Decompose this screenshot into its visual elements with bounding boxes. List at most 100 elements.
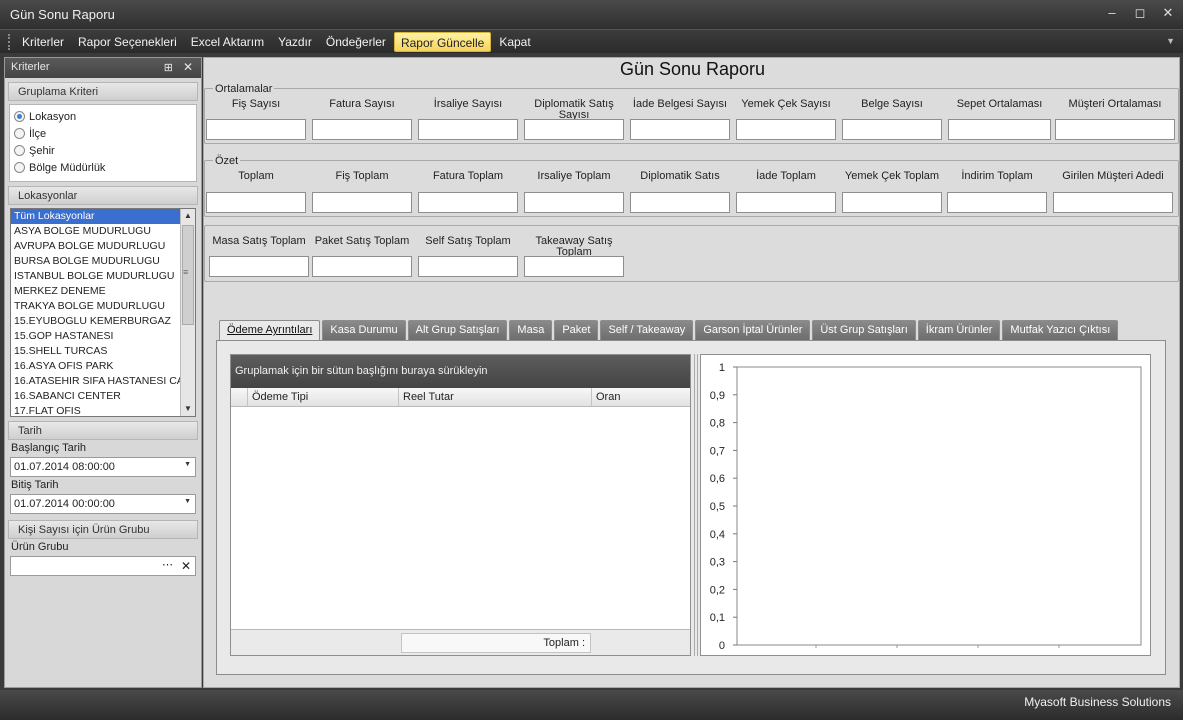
menu-item-rapor-guncelle[interactable]: Rapor Güncelle — [393, 32, 492, 52]
list-item[interactable]: Tüm Lokasyonlar — [11, 209, 183, 224]
scroll-up-icon[interactable]: ▲ — [181, 209, 195, 223]
chart: 0 0,1 0,2 0,3 0,4 0,5 0,6 0,7 0,8 0,9 1 — [700, 354, 1151, 656]
field-value-box[interactable] — [209, 256, 309, 277]
list-item[interactable]: 17.FLAT OFIS — [11, 404, 183, 416]
field-value-box[interactable] — [630, 119, 730, 140]
tab-strip: Ödeme Ayrıntıları Kasa Durumu Alt Grup Sat… — [219, 320, 1120, 341]
clear-icon[interactable]: ✕ — [181, 559, 191, 573]
y-tick-label: 1 — [719, 362, 725, 374]
menu-item-kapat[interactable]: Kapat — [493, 32, 536, 52]
tab-mutfak-yazici-ciktisi[interactable]: Mutfak Yazıcı Çıktısı — [1002, 320, 1119, 340]
field-value-box[interactable] — [1055, 119, 1175, 140]
tab-paket[interactable]: Paket — [554, 320, 599, 340]
radio-label: Lokasyon — [29, 110, 77, 123]
chevron-down-icon[interactable]: ▼ — [184, 498, 191, 505]
radio-bolge-mudurluk[interactable]: Bölge Müdürlük — [14, 159, 192, 176]
list-item[interactable]: 16.ATASEHIR SIFA HASTANESI CA — [11, 374, 183, 389]
radio-icon[interactable] — [14, 162, 25, 173]
column-header-payment-type[interactable]: Ödeme Tipi — [248, 388, 399, 406]
end-date-picker[interactable]: 01.07.2014 00:00:00 ▼ — [10, 494, 196, 514]
list-item[interactable]: BURSA BOLGE MUDURLUGU — [11, 254, 183, 269]
field-value-box[interactable] — [312, 256, 412, 277]
column-header-real-amount[interactable]: Reel Tutar — [399, 388, 592, 406]
radio-ilce[interactable]: İlçe — [14, 125, 192, 142]
minimize-icon[interactable]: – — [1105, 6, 1119, 20]
radio-lokasyon[interactable]: Lokasyon — [14, 108, 192, 125]
field-value-box[interactable] — [206, 119, 306, 140]
field-value-box[interactable] — [524, 192, 624, 213]
field-value-box[interactable] — [630, 192, 730, 213]
chevron-down-icon[interactable]: ▼ — [1166, 36, 1175, 46]
scroll-down-icon[interactable]: ▼ — [181, 402, 195, 416]
locations-listbox[interactable]: Tüm Lokasyonlar ASYA BOLGE MUDURLUGU AVRUP… — [10, 208, 196, 417]
field-value-box[interactable] — [1053, 192, 1173, 213]
column-header-ratio[interactable]: Oran — [592, 388, 688, 406]
list-item[interactable]: 15.EYUBOGLU KEMERBURGAZ — [11, 314, 183, 329]
start-date-value: 01.07.2014 08:00:00 — [14, 461, 115, 473]
close-icon[interactable]: ✕ — [1161, 6, 1175, 20]
y-tick-label: 0,7 — [710, 445, 725, 457]
list-item[interactable]: AVRUPA BOLGE MUDURLUGU — [11, 239, 183, 254]
list-item[interactable]: ISTANBUL BOLGE MUDURLUGU — [11, 269, 183, 284]
list-item[interactable]: 15.SHELL TURCAS — [11, 344, 183, 359]
y-tick-label: 0 — [719, 640, 725, 652]
tab-self-takeaway[interactable]: Self / Takeaway — [600, 320, 694, 340]
locations-group: Lokasyonlar Tüm Lokasyonlar ASYA BOLGE MU… — [8, 186, 198, 417]
field-value-box[interactable] — [418, 119, 518, 140]
grouping-criteria-group: Gruplama Kriteri Lokasyon İlçe Şehir Bölge … — [8, 82, 198, 182]
field-value-box[interactable] — [842, 192, 942, 213]
field-value-box[interactable] — [312, 192, 412, 213]
group-by-area[interactable]: Gruplamak için bir sütun başlığını buray… — [231, 355, 690, 388]
panel-splitter[interactable] — [694, 354, 698, 656]
menu-item-yazdir[interactable]: Yazdır — [272, 32, 318, 52]
field-value-box[interactable] — [312, 119, 412, 140]
field-value-box[interactable] — [524, 119, 624, 140]
tab-masa[interactable]: Masa — [509, 320, 553, 340]
tab-garson-iptal-urunler[interactable]: Garson İptal Ürünler — [695, 320, 811, 340]
chevron-down-icon[interactable]: ▼ — [184, 461, 191, 468]
close-icon[interactable]: ✕ — [183, 60, 193, 74]
list-item[interactable]: 16.ASYA OFIS PARK — [11, 359, 183, 374]
tab-ust-grup-satislari[interactable]: Üst Grup Satışları — [812, 320, 916, 340]
menu-item-kriterler[interactable]: Kriterler — [16, 32, 70, 52]
tab-ikram-urunler[interactable]: İkram Ürünler — [917, 320, 1001, 340]
list-item[interactable]: 16.SABANCI CENTER — [11, 389, 183, 404]
radio-label: İlçe — [29, 127, 47, 140]
tab-odeme-ayrintilari[interactable]: Ödeme Ayrıntıları — [219, 320, 321, 341]
toolbar-grip[interactable] — [8, 34, 12, 50]
field-value-box[interactable] — [948, 119, 1051, 140]
radio-icon[interactable] — [14, 145, 25, 156]
list-item[interactable]: MERKEZ DENEME — [11, 284, 183, 299]
grip-icon: ≡ — [183, 267, 189, 277]
radio-icon[interactable] — [14, 128, 25, 139]
ellipsis-icon[interactable]: ⋯ — [162, 558, 173, 571]
radio-sehir[interactable]: Şehir — [14, 142, 192, 159]
product-group-group: Kişi Sayısı için Ürün Grubu Ürün Grubu ⋯… — [8, 520, 198, 576]
list-item[interactable]: ASYA BOLGE MUDURLUGU — [11, 224, 183, 239]
product-group-input[interactable]: ⋯ ✕ — [10, 556, 196, 576]
field-value-box[interactable] — [842, 119, 942, 140]
menu-item-ondegerler[interactable]: Öndeğerler — [320, 32, 392, 52]
field-value-box[interactable] — [947, 192, 1047, 213]
field-value-box[interactable] — [736, 119, 836, 140]
tab-alt-grup-satislari[interactable]: Alt Grup Satışları — [407, 320, 508, 340]
maximize-icon[interactable]: ◻ — [1133, 6, 1147, 20]
pin-icon[interactable]: ⊞ — [164, 61, 173, 74]
chart-svg: 0 0,1 0,2 0,3 0,4 0,5 0,6 0,7 0,8 0,9 1 — [710, 362, 1142, 652]
menu-item-excel-aktarim[interactable]: Excel Aktarım — [185, 32, 270, 52]
list-item[interactable]: 15.GOP HASTANESI — [11, 329, 183, 344]
field-value-box[interactable] — [524, 256, 624, 277]
field-value-box[interactable] — [736, 192, 836, 213]
radio-label: Bölge Müdürlük — [29, 161, 106, 174]
locations-scrollbar[interactable]: ▲ ≡ ▼ — [180, 209, 195, 416]
row-indicator-header — [231, 388, 248, 406]
radio-icon[interactable] — [14, 111, 25, 122]
menu-item-rapor-secenekleri[interactable]: Rapor Seçenekleri — [72, 32, 183, 52]
start-date-picker[interactable]: 01.07.2014 08:00:00 ▼ — [10, 457, 196, 477]
list-item[interactable]: TRAKYA BOLGE MUDURLUGU — [11, 299, 183, 314]
tab-kasa-durumu[interactable]: Kasa Durumu — [322, 320, 406, 340]
field-value-box[interactable] — [418, 192, 518, 213]
field-value-box[interactable] — [418, 256, 518, 277]
field-value-box[interactable] — [206, 192, 306, 213]
field-label: İndirim Toplam — [961, 170, 1033, 182]
